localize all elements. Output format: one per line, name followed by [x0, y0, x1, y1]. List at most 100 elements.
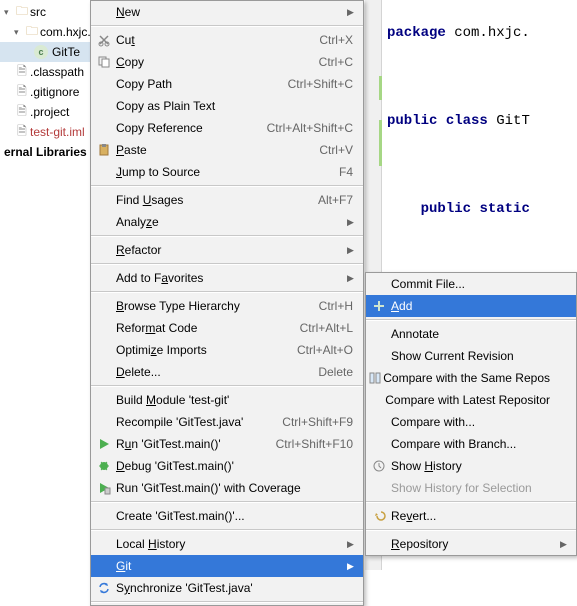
context-menu-item-31[interactable]: Git▶: [91, 555, 363, 577]
context-menu-item-28[interactable]: Create 'GitTest.main()'...: [91, 505, 363, 527]
history-icon: [366, 459, 391, 473]
git-submenu-item-0[interactable]: Commit File...: [366, 273, 576, 295]
file-icon: 🗎: [14, 62, 30, 82]
menu-separator: [91, 263, 363, 265]
tree-node-src[interactable]: ▾ 🗀 src: [0, 2, 104, 22]
git-submenu-item-3[interactable]: Annotate: [366, 323, 576, 345]
context-menu-item-15[interactable]: Add to Favorites▶: [91, 267, 363, 289]
tree-node-external-libraries[interactable]: ernal Libraries: [0, 142, 104, 162]
context-menu-item-24[interactable]: Run 'GitTest.main()'Ctrl+Shift+F10: [91, 433, 363, 455]
menu-shortcut: Delete: [318, 365, 357, 379]
menu-shortcut: Ctrl+C: [319, 55, 357, 69]
menu-item-label: Copy as Plain Text: [116, 99, 357, 113]
menu-shortcut: Ctrl+H: [319, 299, 357, 313]
git-submenu-item-7[interactable]: Compare with...: [366, 411, 576, 433]
context-menu-item-26[interactable]: Run 'GitTest.main()' with Coverage: [91, 477, 363, 499]
context-menu-item-13[interactable]: Refactor▶: [91, 239, 363, 261]
revert-icon: [366, 509, 391, 523]
menu-shortcut: Ctrl+Alt+O: [297, 343, 357, 357]
context-menu-item-3[interactable]: CopyCtrl+C: [91, 51, 363, 73]
git-submenu-item-12[interactable]: Revert...: [366, 505, 576, 527]
node-label: ernal Libraries: [4, 145, 87, 159]
context-menu-item-25[interactable]: Debug 'GitTest.main()': [91, 455, 363, 477]
context-menu-item-4[interactable]: Copy PathCtrl+Shift+C: [91, 73, 363, 95]
diff-icon: [366, 371, 383, 385]
keyword: static: [479, 201, 529, 217]
menu-separator: [366, 501, 576, 503]
sync-icon: [91, 581, 116, 595]
context-menu-item-2[interactable]: CutCtrl+X: [91, 29, 363, 51]
menu-separator: [91, 185, 363, 187]
menu-item-label: Synchronize 'GitTest.java': [116, 581, 357, 595]
menu-item-label: Add to Favorites: [116, 271, 347, 285]
git-submenu-item-6[interactable]: Compare with Latest Repositor: [366, 389, 576, 411]
menu-item-label: Add: [391, 299, 570, 313]
menu-item-label: Copy Path: [116, 77, 288, 91]
context-menu-item-22[interactable]: Build Module 'test-git': [91, 389, 363, 411]
file-icon: 🗎: [14, 82, 30, 102]
paste-icon: [91, 143, 116, 157]
node-label: test-git.iml: [30, 125, 85, 139]
cut-icon: [91, 33, 116, 47]
menu-item-label: Cut: [116, 33, 319, 47]
git-submenu-item-4[interactable]: Show Current Revision: [366, 345, 576, 367]
menu-item-label: Repository: [391, 537, 560, 551]
context-menu-item-19[interactable]: Optimize ImportsCtrl+Alt+O: [91, 339, 363, 361]
node-label: .gitignore: [30, 85, 79, 99]
menu-item-label: Copy Reference: [116, 121, 267, 135]
git-submenu-item-5[interactable]: Compare with the Same Repos: [366, 367, 576, 389]
context-menu-item-11[interactable]: Analyze▶: [91, 211, 363, 233]
menu-separator: [366, 529, 576, 531]
menu-item-label: Copy: [116, 55, 319, 69]
context-menu-item-23[interactable]: Recompile 'GitTest.java'Ctrl+Shift+F9: [91, 411, 363, 433]
context-menu-item-10[interactable]: Find UsagesAlt+F7: [91, 189, 363, 211]
menu-item-label: Refactor: [116, 243, 347, 257]
git-submenu-item-9[interactable]: Show History: [366, 455, 576, 477]
menu-item-label: Jump to Source: [116, 165, 339, 179]
menu-shortcut: Ctrl+Alt+Shift+C: [267, 121, 357, 135]
context-menu-item-0[interactable]: New▶: [91, 1, 363, 23]
menu-item-label: Local History: [116, 537, 347, 551]
expand-arrow-icon: ▾: [4, 7, 14, 18]
debug-icon: [91, 459, 116, 473]
file-icon: 🗎: [14, 102, 30, 122]
code-text: GitT: [488, 113, 530, 129]
run-icon: [91, 437, 116, 451]
tree-node-classpath[interactable]: 🗎 .classpath: [0, 62, 104, 82]
menu-shortcut: Ctrl+Shift+C: [288, 77, 357, 91]
keyword: package: [387, 25, 446, 41]
context-menu-item-17[interactable]: Browse Type HierarchyCtrl+H: [91, 295, 363, 317]
tree-node-project[interactable]: 🗎 .project: [0, 102, 104, 122]
menu-item-label: Debug 'GitTest.main()': [116, 459, 357, 473]
context-menu-item-5[interactable]: Copy as Plain Text: [91, 95, 363, 117]
menu-item-label: Analyze: [116, 215, 347, 229]
context-menu-item-30[interactable]: Local History▶: [91, 533, 363, 555]
context-menu-item-32[interactable]: Synchronize 'GitTest.java': [91, 577, 363, 599]
change-marker-icon: [379, 120, 382, 166]
submenu-arrow-icon: ▶: [347, 245, 357, 256]
context-menu-item-6[interactable]: Copy ReferenceCtrl+Alt+Shift+C: [91, 117, 363, 139]
context-menu-item-20[interactable]: Delete...Delete: [91, 361, 363, 383]
context-menu-item-8[interactable]: Jump to SourceF4: [91, 161, 363, 183]
git-submenu-item-14[interactable]: Repository▶: [366, 533, 576, 555]
menu-shortcut: F4: [339, 165, 357, 179]
tree-node-iml[interactable]: 🗎 test-git.iml: [0, 122, 104, 142]
submenu-arrow-icon: ▶: [347, 273, 357, 284]
git-submenu-item-1[interactable]: Add: [366, 295, 576, 317]
context-menu-item-18[interactable]: Reformat CodeCtrl+Alt+L: [91, 317, 363, 339]
menu-item-label: Compare with Branch...: [391, 437, 570, 451]
menu-item-label: Show History for Selection: [391, 481, 570, 495]
class-icon: c: [34, 45, 48, 59]
menu-item-label: Build Module 'test-git': [116, 393, 357, 407]
tree-node-package[interactable]: ▾ 🗀 com.hxjc.te: [0, 22, 104, 42]
tree-node-gitignore[interactable]: 🗎 .gitignore: [0, 82, 104, 102]
context-menu-item-7[interactable]: PasteCtrl+V: [91, 139, 363, 161]
tree-node-gittest[interactable]: c GitTe: [0, 42, 104, 62]
menu-separator: [91, 501, 363, 503]
code-text: com.hxjc.: [446, 25, 530, 41]
submenu-arrow-icon: ▶: [347, 539, 357, 550]
menu-separator: [91, 529, 363, 531]
git-submenu-item-8[interactable]: Compare with Branch...: [366, 433, 576, 455]
menu-item-label: Annotate: [391, 327, 570, 341]
menu-separator: [91, 291, 363, 293]
